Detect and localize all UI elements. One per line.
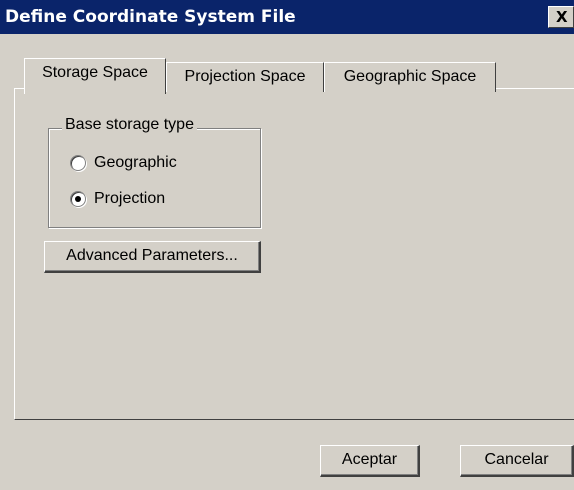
window-title: Define Coordinate System File <box>5 7 296 27</box>
button-label: Cancelar <box>484 451 549 468</box>
tab-label: Projection Space <box>184 68 306 85</box>
title-bar: Define Coordinate System File X <box>0 0 574 34</box>
button-label: Aceptar <box>341 451 398 468</box>
cancel-button[interactable]: Cancelar <box>460 445 574 477</box>
tab-label: Geographic Space <box>343 68 477 85</box>
base-storage-type-group <box>48 128 261 228</box>
close-icon: X <box>556 8 568 26</box>
ok-button[interactable]: Aceptar <box>320 445 420 477</box>
radio-label: Geographic <box>94 154 177 171</box>
radio-checked-icon[interactable] <box>70 191 86 207</box>
group-label: Base storage type <box>62 116 197 134</box>
radio-label: Projection <box>94 190 166 207</box>
tab-geographic-space[interactable]: Geographic Space <box>324 62 496 92</box>
close-button[interactable]: X <box>548 6 574 28</box>
radio-unchecked-icon[interactable] <box>70 155 86 171</box>
button-label: Advanced Parameters... <box>66 247 238 264</box>
tab-projection-space[interactable]: Projection Space <box>166 62 324 92</box>
advanced-parameters-button[interactable]: Advanced Parameters... <box>44 241 261 273</box>
tab-storage-space[interactable]: Storage Space <box>24 58 166 94</box>
tab-label: Storage Space <box>42 64 148 81</box>
